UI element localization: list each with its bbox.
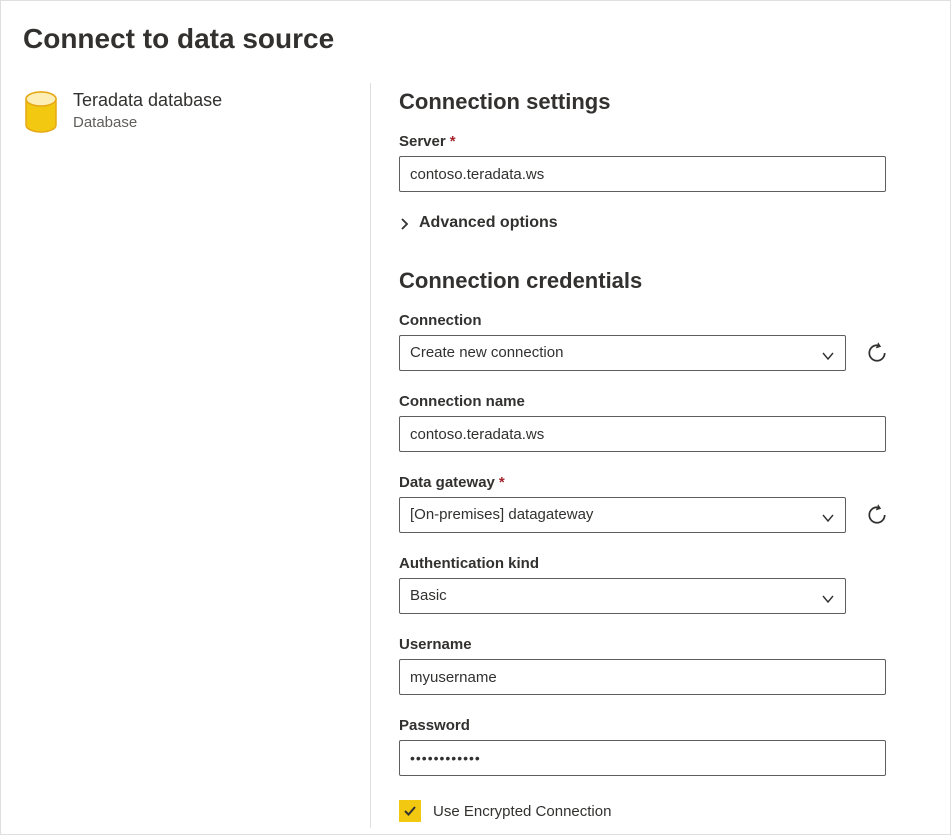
- encrypted-checkbox[interactable]: [399, 800, 421, 822]
- username-label: Username: [399, 636, 472, 653]
- auth-kind-label: Authentication kind: [399, 555, 539, 572]
- source-sidebar: Teradata database Database: [23, 83, 371, 828]
- chevron-down-icon: [821, 508, 835, 522]
- refresh-gateway-button[interactable]: [864, 502, 890, 528]
- source-title: Teradata database: [73, 89, 222, 112]
- connect-data-source-panel: Connect to data source Teradata database…: [0, 0, 951, 835]
- connection-settings-heading: Connection settings: [399, 89, 918, 115]
- chevron-down-icon: [821, 589, 835, 603]
- connection-label: Connection: [399, 312, 482, 329]
- username-input[interactable]: [399, 659, 886, 695]
- gateway-select[interactable]: [On-premises] datagateway: [399, 497, 846, 533]
- refresh-icon: [866, 342, 888, 364]
- server-label: Server: [399, 133, 446, 150]
- auth-kind-value: Basic: [410, 583, 447, 609]
- gateway-value: [On-premises] datagateway: [410, 502, 593, 528]
- advanced-options-label: Advanced options: [419, 214, 558, 232]
- connection-select[interactable]: Create new connection: [399, 335, 846, 371]
- settings-form: Connection settings Server * Advanced op…: [371, 83, 928, 828]
- required-star: *: [499, 474, 505, 491]
- password-input[interactable]: ••••••••••••: [399, 740, 886, 776]
- page-title: Connect to data source: [23, 23, 928, 55]
- advanced-options-toggle[interactable]: Advanced options: [399, 214, 918, 232]
- database-icon: [23, 91, 59, 135]
- chevron-right-icon: [399, 217, 411, 229]
- source-item[interactable]: Teradata database Database: [23, 89, 360, 135]
- source-subtitle: Database: [73, 114, 222, 131]
- gateway-label: Data gateway: [399, 474, 495, 491]
- encrypted-label: Use Encrypted Connection: [433, 803, 611, 820]
- required-star: *: [450, 133, 456, 150]
- auth-kind-select[interactable]: Basic: [399, 578, 846, 614]
- password-label: Password: [399, 717, 470, 734]
- refresh-connection-button[interactable]: [864, 340, 890, 366]
- connection-name-label: Connection name: [399, 393, 525, 410]
- refresh-icon: [866, 504, 888, 526]
- chevron-down-icon: [821, 346, 835, 360]
- connection-value: Create new connection: [410, 340, 563, 366]
- check-icon: [403, 804, 417, 818]
- connection-credentials-heading: Connection credentials: [399, 268, 918, 294]
- connection-name-input[interactable]: [399, 416, 886, 452]
- server-input[interactable]: [399, 156, 886, 192]
